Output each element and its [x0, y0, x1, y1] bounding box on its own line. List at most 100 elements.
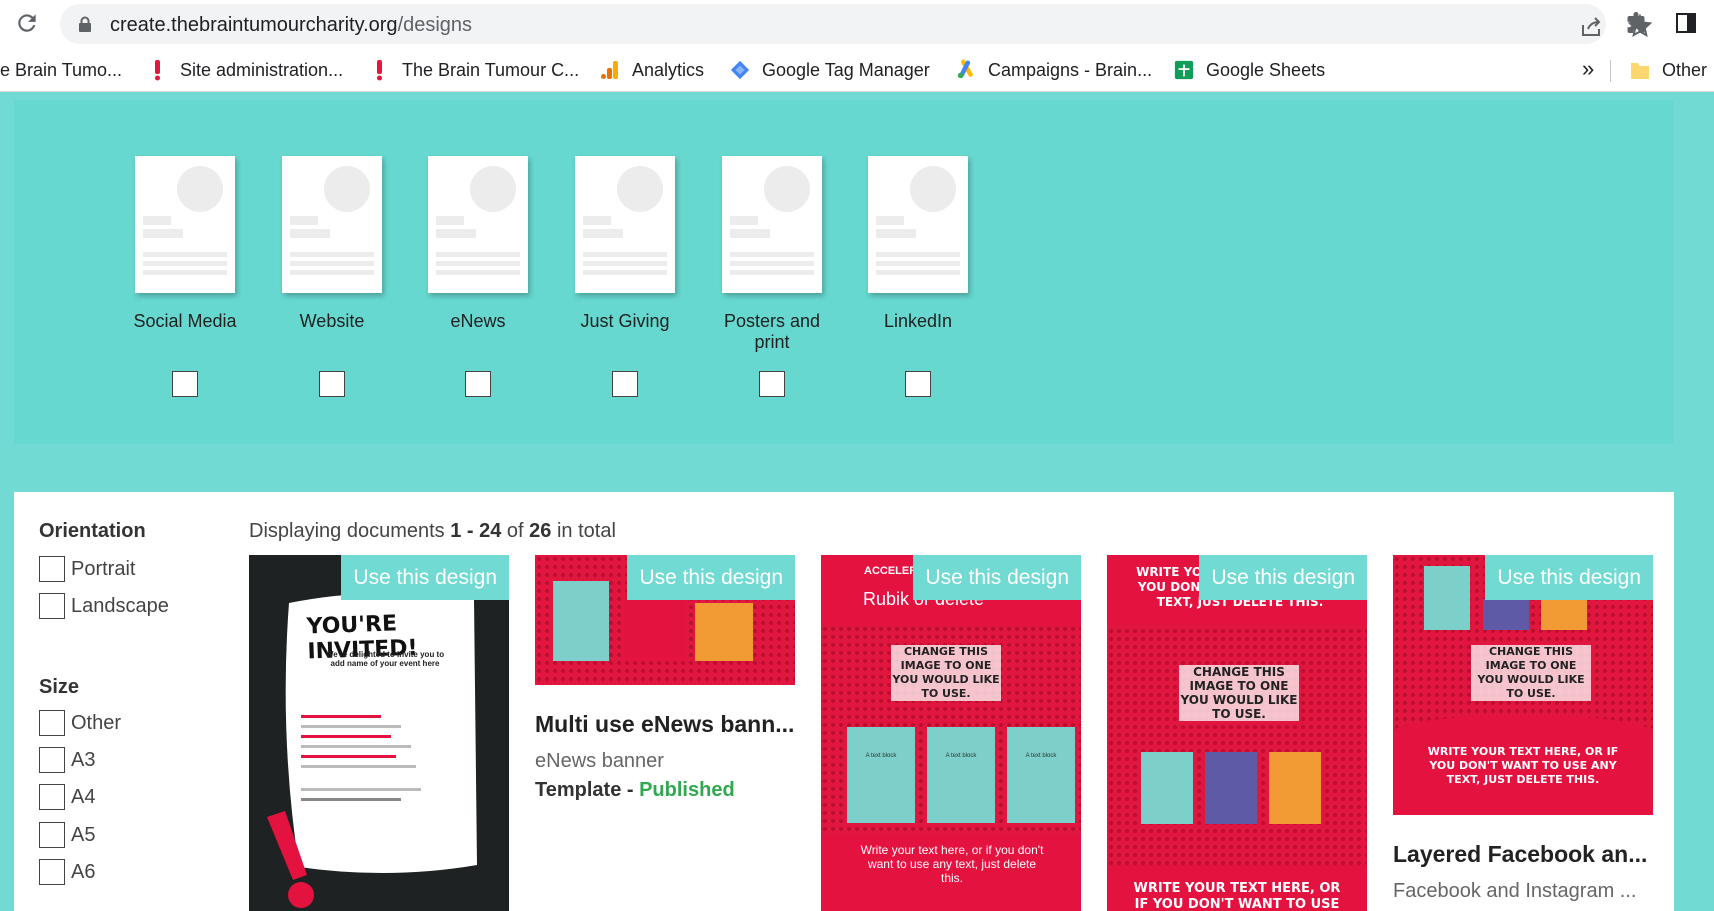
type-label: LinkedIn: [883, 311, 953, 331]
url-host: create.thebraintumourcharity.org: [110, 14, 398, 36]
checkbox[interactable]: [39, 710, 65, 736]
design-preview: ACCELER Rubik or delete CHANGE THIS IMAG…: [821, 555, 1081, 911]
size-a5-option[interactable]: A5: [39, 822, 95, 848]
share-icon[interactable]: [1580, 16, 1602, 38]
design-card[interactable]: Use this design Multi use eNews bann... …: [535, 555, 795, 802]
results-prefix: Displaying documents: [249, 520, 451, 542]
results-count: Displaying documents 1 - 24 of 26 in tot…: [249, 520, 616, 543]
type-label: Just Giving: [580, 311, 670, 331]
checkbox[interactable]: [39, 784, 65, 810]
option-label: Portrait: [71, 557, 136, 580]
size-a3-option[interactable]: A3: [39, 747, 95, 773]
design-card[interactable]: WRITE YOUR TEXT HERE, OR IF YOU DON'T WA…: [1107, 555, 1367, 911]
checkbox[interactable]: [39, 747, 65, 773]
bookmark-other[interactable]: Other: [1630, 58, 1707, 82]
bookmark-label: Other: [1662, 59, 1708, 80]
bookmark-campaigns[interactable]: Campaigns - Brain...: [956, 58, 1152, 82]
sheets-icon: [1174, 60, 1194, 80]
type-posters-and-print[interactable]: Posters and print: [722, 156, 822, 397]
type-just-giving[interactable]: Just Giving: [575, 156, 675, 397]
use-this-design-button[interactable]: Use this design: [1199, 555, 1367, 600]
bookmark-label: e Brain Tumo...: [0, 59, 123, 80]
invitation-line: add name of your event here: [330, 659, 440, 668]
orientation-heading: Orientation: [39, 520, 146, 542]
use-this-design-button[interactable]: Use this design: [913, 555, 1081, 600]
type-thumbnail: [722, 156, 822, 293]
option-label: A4: [71, 785, 96, 808]
type-enews[interactable]: eNews: [428, 156, 528, 397]
url-box[interactable]: create.thebraintumourcharity.org/designs: [60, 4, 1652, 44]
option-label: A5: [71, 823, 96, 846]
use-this-design-button[interactable]: Use this design: [627, 555, 795, 600]
type-linkedin[interactable]: LinkedIn: [868, 156, 968, 397]
size-a6-option[interactable]: A6: [39, 859, 95, 885]
type-checkbox[interactable]: [759, 371, 785, 397]
option-label: Other: [71, 711, 122, 734]
type-thumbnail: [428, 156, 528, 293]
design-card[interactable]: CHANGE THIS IMAGE TO ONE YOU WOULD LIKE …: [1393, 555, 1653, 903]
poster-body-text: Write your text here, or if you don't wa…: [860, 843, 1044, 885]
orientation-landscape-option[interactable]: Landscape: [39, 593, 169, 619]
sticker-text: CHANGE THIS IMAGE TO ONE YOU WOULD LIKE …: [891, 645, 1001, 701]
status-prefix: Template -: [535, 779, 640, 801]
design-title[interactable]: Multi use eNews bann...: [535, 711, 795, 738]
status-badge: Published: [639, 779, 735, 801]
type-checkbox[interactable]: [319, 371, 345, 397]
type-checkbox[interactable]: [905, 371, 931, 397]
red-exclamation-icon: [377, 60, 382, 81]
bookmark-analytics[interactable]: Analytics: [600, 58, 704, 82]
poster-body-text: WRITE YOUR TEXT HERE, OR IF YOU DON'T WA…: [1133, 881, 1341, 911]
use-this-design-button[interactable]: Use this design: [341, 555, 509, 600]
type-checkbox[interactable]: [612, 371, 638, 397]
size-other-option[interactable]: Other: [39, 710, 121, 736]
bookmark-brain-tumour[interactable]: e Brain Tumo...: [0, 58, 122, 82]
option-label: A3: [71, 748, 96, 771]
bookmark-label: Site administration...: [180, 59, 344, 80]
bookmarks-bar: e Brain Tumo... Site administration... T…: [0, 48, 1714, 92]
checkbox[interactable]: [39, 556, 65, 582]
results-range: 1 - 24: [450, 520, 502, 542]
address-bar: create.thebraintumourcharity.org/designs: [0, 0, 1714, 48]
design-card[interactable]: ACCELER Rubik or delete CHANGE THIS IMAG…: [821, 555, 1081, 911]
size-a4-option[interactable]: A4: [39, 784, 95, 810]
lock-icon: [79, 16, 91, 32]
results-total: 26: [529, 520, 552, 542]
invitation-intro: We're delighted to invite you to add nam…: [315, 650, 455, 668]
bookmark-site-administration[interactable]: Site administration...: [148, 58, 343, 82]
results-panel: Orientation Portrait Landscape Size Othe…: [14, 492, 1674, 911]
reload-icon[interactable]: [14, 10, 40, 36]
text-block-label: A text block: [945, 753, 977, 759]
type-checkbox[interactable]: [172, 371, 198, 397]
design-card[interactable]: YOU'RE INVITED! We're delighted to invit…: [249, 555, 509, 911]
bookmark-label: Google Tag Manager: [762, 59, 930, 80]
checkbox[interactable]: [39, 593, 65, 619]
side-panel-icon[interactable]: [1676, 13, 1696, 33]
design-status: Template - Published: [535, 779, 795, 802]
folder-icon: [1631, 63, 1649, 79]
bookmark-label: Google Sheets: [1206, 59, 1326, 80]
google-ads-icon: [957, 59, 973, 79]
more-bookmarks-button[interactable]: »: [1582, 56, 1594, 82]
tag-manager-icon: [730, 60, 750, 80]
type-website[interactable]: Website: [282, 156, 382, 397]
url-path: /designs: [397, 14, 473, 36]
design-type: eNews banner: [535, 750, 664, 772]
extensions-icon[interactable]: [1626, 11, 1650, 35]
bookmark-google-sheets[interactable]: Google Sheets: [1174, 58, 1325, 82]
type-checkbox[interactable]: [465, 371, 491, 397]
checkbox[interactable]: [39, 859, 65, 885]
orientation-portrait-option[interactable]: Portrait: [39, 556, 135, 582]
results-of: of: [501, 520, 530, 542]
design-title[interactable]: Layered Facebook an...: [1393, 841, 1653, 868]
bookmark-google-tag-manager[interactable]: Google Tag Manager: [730, 58, 930, 82]
invitation-line: We're delighted to invite you to: [325, 650, 445, 659]
checkbox[interactable]: [39, 822, 65, 848]
size-heading: Size: [39, 676, 80, 698]
design-preview: CHANGE THIS IMAGE TO ONE YOU WOULD LIKE …: [1393, 555, 1653, 815]
bookmark-label: The Brain Tumour C...: [402, 59, 580, 80]
sticker-text: CHANGE THIS IMAGE TO ONE YOU WOULD LIKE …: [1179, 665, 1299, 721]
use-this-design-button[interactable]: Use this design: [1485, 555, 1653, 600]
type-thumbnail: [868, 156, 968, 293]
bookmark-brain-tumour-charity[interactable]: The Brain Tumour C...: [370, 58, 579, 82]
type-social-media[interactable]: Social Media: [133, 156, 237, 397]
